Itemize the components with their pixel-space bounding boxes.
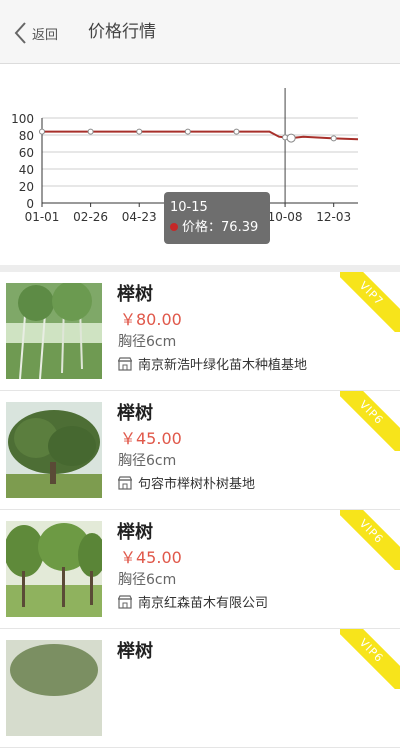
data-point [39,128,45,135]
y-tick-label: 100 [11,112,34,126]
app-header: 返回 价格行情 [0,0,400,64]
shop-name: 南京新浩叶绿化苗木种植基地 [138,358,308,373]
back-label: 返回 [32,27,59,43]
data-point [87,128,94,135]
shop-info: 南京红森苗木有限公司 [118,592,268,611]
product-list: 榉树 ￥80.00 胸径6cm 南京新浩叶绿化苗木种植基地 VIP7 榉树 ￥4… [0,272,400,748]
y-tick-label: 20 [19,180,34,194]
data-point [330,135,337,142]
section-divider [0,265,400,272]
shop-name: 句容市榉树朴树基地 [138,477,256,492]
vip-badge: VIP6 [340,510,400,570]
shop-name: 南京红森苗木有限公司 [138,596,269,611]
store-icon [118,356,132,371]
list-item[interactable]: 榉树 ￥80.00 胸径6cm 南京新浩叶绿化苗木种植基地 VIP7 [0,272,400,391]
store-icon [118,594,132,609]
data-point [136,128,143,135]
x-tick-label: 12-03 [316,210,351,224]
price-chart[interactable]: 02040608010001-0102-2604-2306-1808-1310-… [0,65,400,265]
list-item[interactable]: 榉树 VIP6 [0,629,400,748]
x-tick-label: 01-01 [25,210,60,224]
tooltip-value: 76.39 [221,220,259,235]
store-icon [118,475,132,490]
x-tick-label: 10-08 [268,210,303,224]
product-price: ￥80.00 [120,310,182,329]
tree-photo-grove [6,521,102,617]
x-tick-label: 02-26 [73,210,108,224]
y-tick-label: 60 [19,146,34,160]
tree-photo-rows [6,283,102,379]
data-point [286,133,296,143]
vip-badge: VIP6 [340,391,400,451]
shop-info: 句容市榉树朴树基地 [118,473,255,492]
product-spec: 胸径6cm [118,572,177,588]
tree-photo-large [6,402,102,498]
y-tick-label: 40 [19,163,34,177]
product-name: 榉树 [117,522,153,543]
shop-info: 南京新浩叶绿化苗木种植基地 [118,354,307,373]
product-spec: 胸径6cm [118,453,177,469]
vip-badge: VIP6 [340,629,400,689]
page-title: 价格行情 [88,22,156,42]
product-price: ￥45.00 [120,429,182,448]
vip-badge: VIP7 [340,272,400,332]
product-name: 榉树 [117,284,153,305]
tooltip-label: 价格 [182,220,209,235]
y-tick-label: 0 [26,197,34,211]
list-item[interactable]: 榉树 ￥45.00 胸径6cm 句容市榉树朴树基地 VIP6 [0,391,400,510]
data-point [184,128,191,135]
back-button[interactable]: 返回 [14,20,58,46]
series-dot-icon [170,223,178,231]
product-spec: 胸径6cm [118,334,177,350]
product-name: 榉树 [117,641,153,662]
list-item[interactable]: 榉树 ￥45.00 胸径6cm 南京红森苗木有限公司 VIP6 [0,510,400,629]
y-tick-label: 80 [19,129,34,143]
data-point [233,128,240,135]
tooltip-date: 10-15 [170,200,208,215]
chart-tooltip: 10-15 价格：76.39 [164,192,270,244]
chevron-left-icon [14,22,26,44]
product-name: 榉树 [117,403,153,424]
product-price: ￥45.00 [120,548,182,567]
x-tick-label: 04-23 [122,210,157,224]
tree-photo-partial [6,640,102,736]
